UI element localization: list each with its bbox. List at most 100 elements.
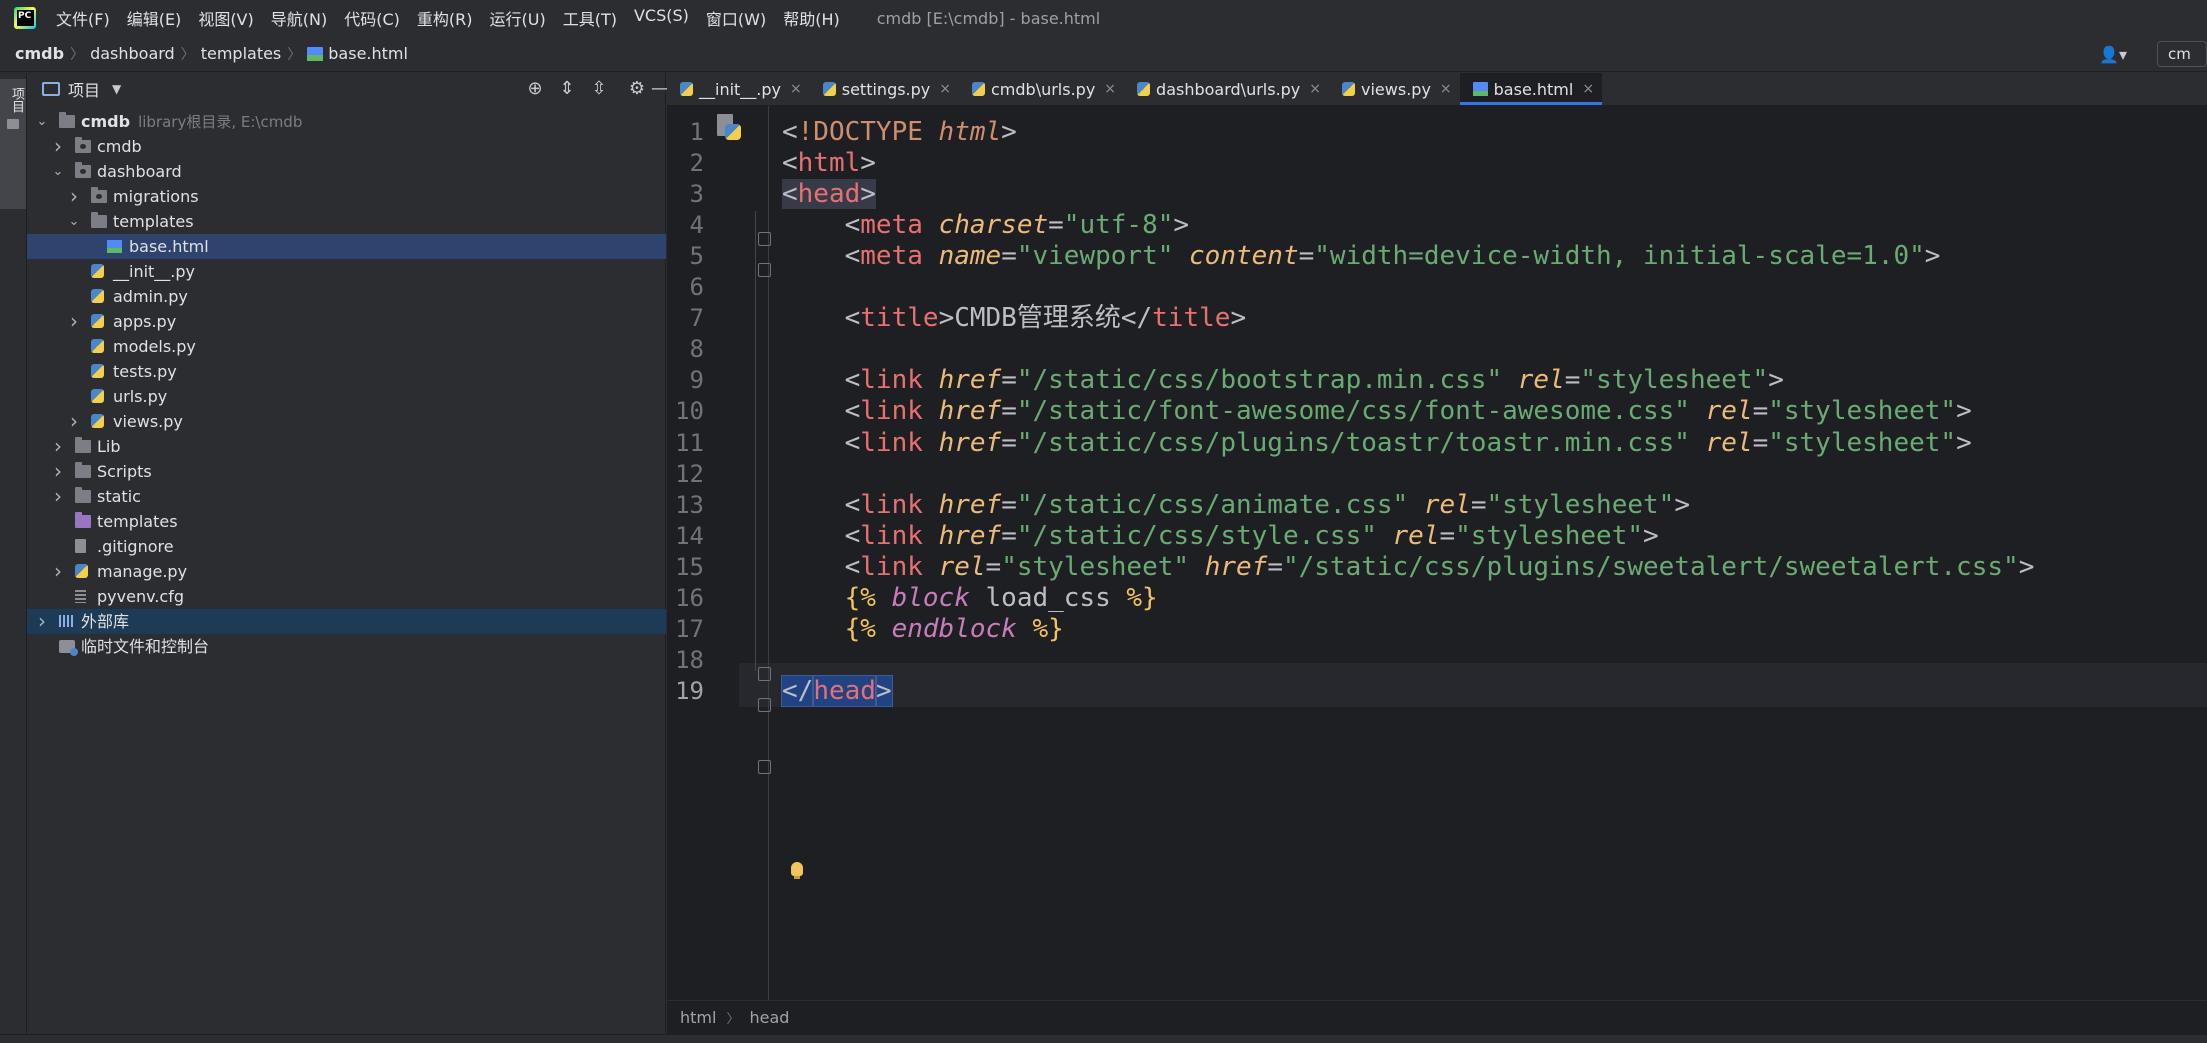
editor-tab[interactable]: dashboard\urls.py × bbox=[1124, 73, 1329, 105]
tree-item[interactable]: › manage.py bbox=[27, 559, 666, 584]
chevron-right-icon[interactable]: › bbox=[51, 134, 65, 159]
tree-item[interactable]: base.html bbox=[27, 234, 666, 259]
fold-marker-icon[interactable] bbox=[758, 232, 771, 246]
fold-marker-icon[interactable] bbox=[758, 760, 771, 774]
chevron-down-icon[interactable]: ⌄ bbox=[35, 109, 49, 134]
tree-item[interactable]: tests.py bbox=[27, 359, 666, 384]
tree-item[interactable]: › cmdb bbox=[27, 134, 666, 159]
menu-item[interactable]: 重构(R) bbox=[417, 6, 473, 30]
tree-item[interactable]: urls.py bbox=[27, 384, 666, 409]
tree-item[interactable]: › 外部库 bbox=[27, 609, 666, 634]
fold-marker-icon[interactable] bbox=[758, 667, 771, 681]
editor-breadcrumb-html[interactable]: html bbox=[680, 1008, 716, 1027]
code-editor[interactable]: 1 2 3 4 5 6 7 8 9 10 11 12 13 14 15 16 17 18 19 <!DOCTYPE … bbox=[667, 106, 2207, 1000]
tree-item[interactable]: models.py bbox=[27, 334, 666, 359]
tree-item[interactable]: ⌄ cmdb library根目录, E:\cmdb bbox=[27, 109, 666, 134]
menu-item[interactable]: 帮助(H) bbox=[783, 6, 840, 30]
tree-item-label: cmdb library根目录, E:\cmdb bbox=[81, 109, 302, 135]
chevron-right-icon[interactable]: › bbox=[67, 184, 81, 209]
project-panel-title[interactable]: 项目 bbox=[68, 77, 100, 101]
code-line[interactable]: <title>CMDB管理系统</title> bbox=[782, 296, 1246, 340]
code-line[interactable]: </head> bbox=[780, 669, 893, 713]
gear-icon[interactable]: ⚙ bbox=[627, 79, 647, 99]
editor-tab[interactable]: cmdb\urls.py × bbox=[959, 73, 1124, 105]
chevron-down-icon[interactable]: ▼ bbox=[112, 82, 121, 96]
project-tree: ⌄ cmdb library根目录, E:\cmdb › cmdb ⌄ dashboard ›… bbox=[27, 109, 666, 659]
tree-item[interactable]: › views.py bbox=[27, 409, 666, 434]
editor-breadcrumb-head[interactable]: head bbox=[749, 1008, 789, 1027]
chevron-right-icon[interactable]: › bbox=[51, 484, 65, 509]
editor-tab[interactable]: views.py × bbox=[1329, 73, 1460, 105]
breadcrumb-project[interactable]: cmdb bbox=[15, 44, 64, 63]
locate-file-icon[interactable]: ⊕ bbox=[525, 79, 545, 99]
intention-bulb-icon[interactable] bbox=[791, 862, 803, 879]
chevron-right-icon[interactable]: › bbox=[67, 309, 81, 334]
tree-item[interactable]: ⌄ templates bbox=[27, 209, 666, 234]
menu-item[interactable]: 导航(N) bbox=[271, 6, 327, 30]
tree-item[interactable]: › static bbox=[27, 484, 666, 509]
tree-item-label: tests.py bbox=[113, 359, 177, 384]
chevron-down-icon[interactable]: ⌄ bbox=[67, 209, 81, 234]
code-token: < bbox=[844, 427, 861, 458]
menu-item[interactable]: 运行(U) bbox=[490, 6, 546, 30]
menu-item[interactable]: 工具(T) bbox=[563, 6, 617, 30]
code-line[interactable]: <meta name="viewport" content="width=dev… bbox=[782, 234, 1941, 278]
code-token: > bbox=[874, 674, 893, 707]
menu-item[interactable]: 视图(V) bbox=[198, 6, 253, 30]
account-button[interactable]: 👤▾ bbox=[2099, 45, 2127, 64]
chevron-right-icon[interactable]: › bbox=[51, 434, 65, 459]
chevron-right-icon[interactable]: › bbox=[51, 459, 65, 484]
breadcrumb-dashboard[interactable]: dashboard bbox=[90, 44, 175, 63]
tree-item[interactable]: › Lib bbox=[27, 434, 666, 459]
menu-item[interactable]: VCS(S) bbox=[634, 6, 689, 30]
tree-item[interactable]: 临时文件和控制台 bbox=[27, 634, 666, 659]
menu-item[interactable]: 窗口(W) bbox=[706, 6, 766, 30]
tree-item[interactable]: .gitignore bbox=[27, 534, 666, 559]
collapse-all-icon[interactable]: ⇳ bbox=[589, 79, 609, 99]
menu-item[interactable]: 代码(C) bbox=[344, 6, 400, 30]
code-line[interactable]: {% endblock %} bbox=[782, 607, 1064, 651]
tree-item[interactable]: › apps.py bbox=[27, 309, 666, 334]
close-icon[interactable]: × bbox=[1440, 81, 1452, 97]
project-tool-window-button[interactable]: 项目 bbox=[0, 79, 26, 209]
fold-marker-icon[interactable] bbox=[758, 698, 771, 712]
editor-tab[interactable]: base.html × bbox=[1459, 73, 1603, 105]
tree-item[interactable]: ⌄ dashboard bbox=[27, 159, 666, 184]
code-line[interactable]: <link href="/static/css/plugins/toastr/t… bbox=[782, 421, 1972, 465]
expand-all-icon[interactable]: ⇕ bbox=[557, 79, 577, 99]
breadcrumb-templates[interactable]: templates bbox=[201, 44, 282, 63]
close-icon[interactable]: × bbox=[790, 81, 802, 97]
tree-item[interactable]: › Scripts bbox=[27, 459, 666, 484]
chevron-down-icon[interactable]: ⌄ bbox=[51, 159, 65, 184]
code-token: meta bbox=[860, 241, 939, 272]
close-icon[interactable]: × bbox=[939, 81, 951, 97]
tree-item-name: manage.py bbox=[97, 562, 188, 581]
folder-icon bbox=[75, 487, 91, 503]
menu-item[interactable]: 文件(F) bbox=[56, 6, 110, 30]
close-icon[interactable]: × bbox=[1104, 81, 1116, 97]
editor-tab[interactable]: settings.py × bbox=[810, 73, 959, 105]
close-icon[interactable]: × bbox=[1582, 81, 1594, 97]
fold-marker-icon[interactable] bbox=[758, 263, 771, 277]
editor-tab[interactable]: __init__.py × bbox=[667, 73, 810, 105]
tree-item[interactable]: pyvenv.cfg bbox=[27, 584, 666, 609]
tree-item[interactable]: › migrations bbox=[27, 184, 666, 209]
breadcrumb-file[interactable]: base.html bbox=[328, 44, 408, 63]
code-token: = bbox=[1267, 551, 1283, 582]
run-configuration-selector[interactable]: cm bbox=[2157, 41, 2207, 67]
tree-item[interactable]: admin.py bbox=[27, 284, 666, 309]
tree-item-name: dashboard bbox=[97, 162, 182, 181]
tree-item[interactable]: __init__.py bbox=[27, 259, 666, 284]
tree-item[interactable]: templates bbox=[27, 509, 666, 534]
current-line-highlight bbox=[739, 662, 2207, 707]
close-icon[interactable]: × bbox=[1309, 81, 1321, 97]
chevron-right-icon[interactable]: › bbox=[51, 559, 65, 584]
chevron-right-icon[interactable]: › bbox=[67, 409, 81, 434]
pycharm-logo-icon[interactable] bbox=[14, 7, 36, 29]
status-bar bbox=[0, 1034, 2207, 1043]
menu-item[interactable]: 编辑(E) bbox=[127, 6, 182, 30]
chevron-right-icon[interactable]: › bbox=[35, 609, 49, 634]
navigation-bar: cmdb 〉 dashboard 〉 templates 〉 base.html… bbox=[0, 36, 2207, 72]
